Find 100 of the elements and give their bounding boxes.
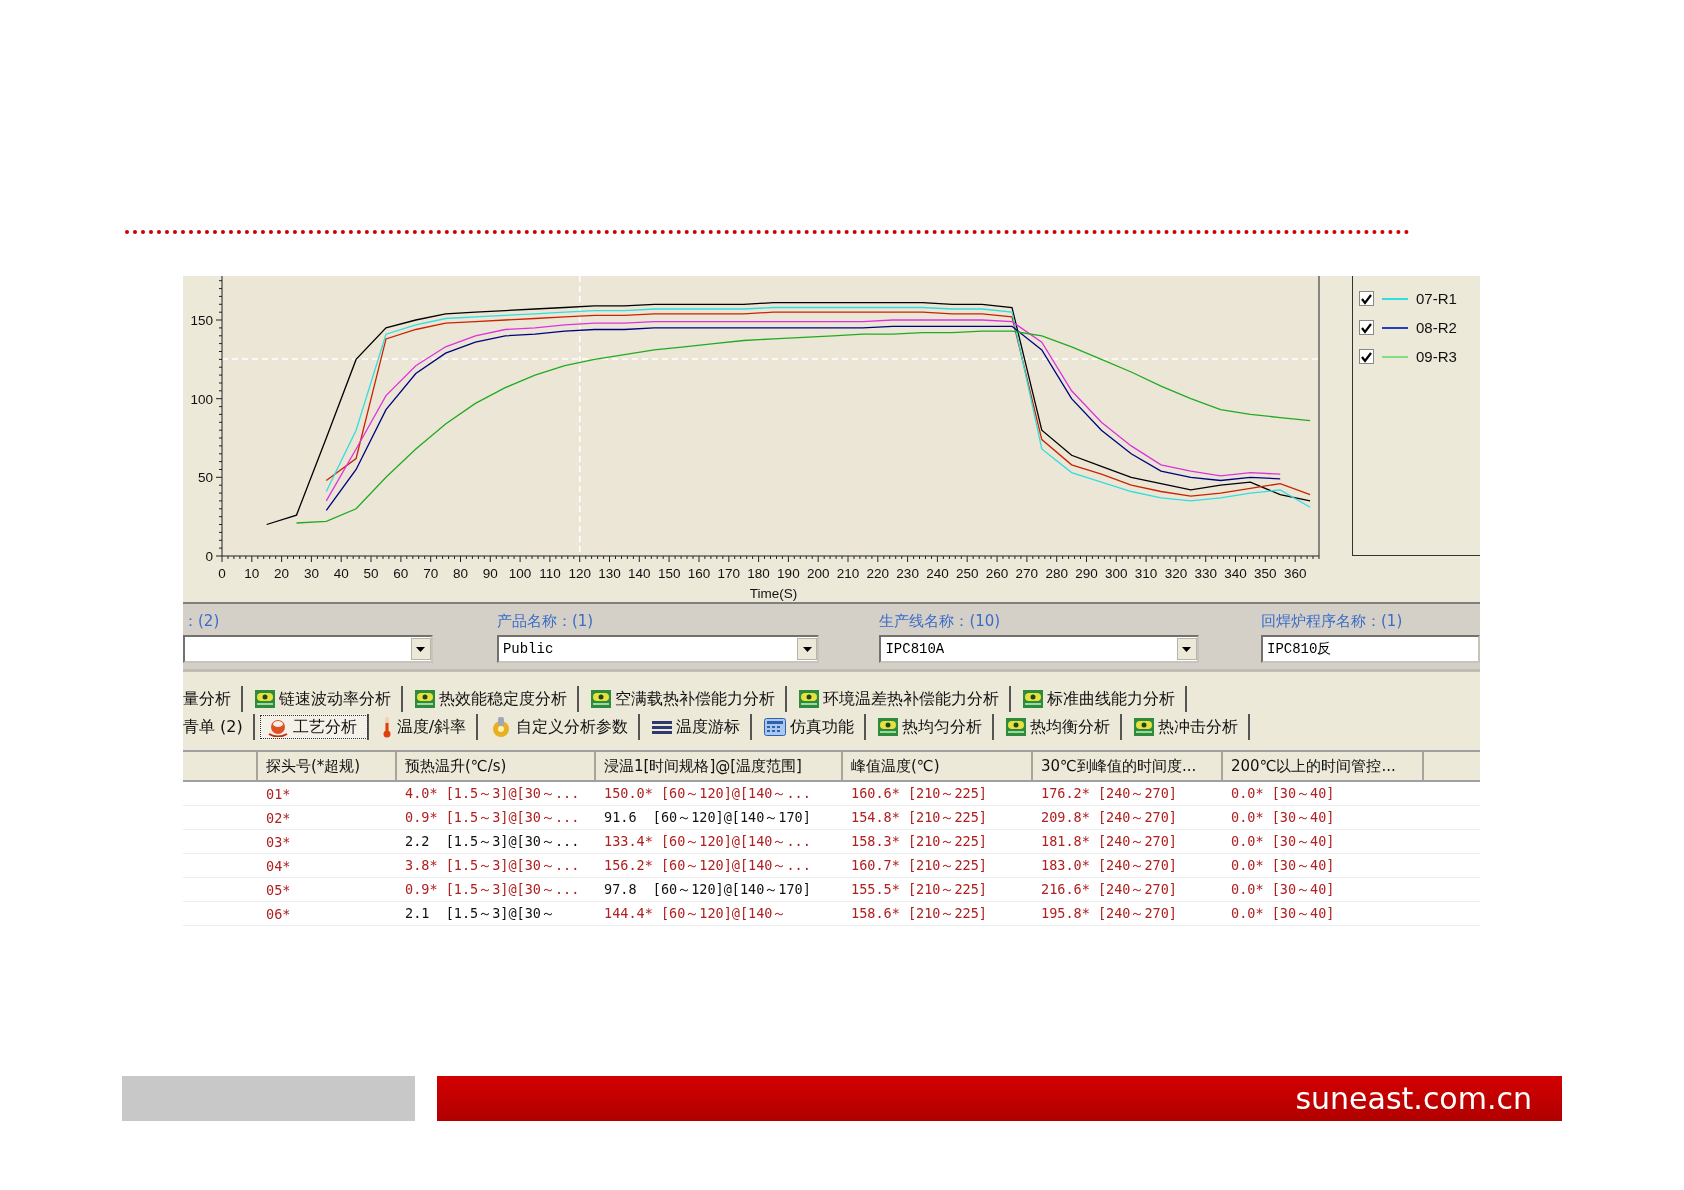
tick-label: 40 [333,566,349,581]
table-cell-text: 01* [265,784,292,804]
table-cell-text: 0.0* [30～40] [1230,831,1336,851]
table-cell-text: 150.0* [60～120]@[140～... [603,783,812,803]
dropdown-field[interactable] [183,635,433,663]
table-cell-text: 133.4* [60～120]@[140～... [603,831,812,851]
tick-label: 60 [393,566,409,581]
tick-label: 0 [218,566,226,581]
field-label: 生产线名称：(10) [879,612,1002,631]
table-cell-text: 181.8* [240～270] [1040,831,1178,851]
column-header[interactable]: 峰值温度(℃) [843,752,1033,780]
table-cell-text: 0.0* [30～40] [1230,807,1336,827]
tick-label: 100 [190,391,213,407]
tab[interactable]: 标准曲线能力分析 [1015,686,1187,712]
table-cell-text: 155.5* [210～225] [850,879,988,899]
tick-label: 330 [1194,566,1217,581]
tab[interactable]: 热效能稳定度分析 [407,686,579,712]
field-label: ：(2) [183,612,221,631]
tab[interactable]: 温度/斜率 [372,714,479,740]
table-cell-text: 160.6* [210～225] [850,783,988,803]
tick-label: 300 [1105,566,1128,581]
table-cell-text: 04* [265,856,292,876]
flask-icon [266,717,289,737]
table-cell-text: 2.2 [1.5～3]@[30～... [404,831,581,851]
dropdown-field[interactable]: IPC810反 [1261,635,1480,663]
plugin-icon [1134,718,1155,736]
table-cell-text: 2.1 [1.5～3]@[30～ [404,903,556,923]
tick-label: 110 [539,566,561,581]
table-cell-text: 3.8* [1.5～3]@[30～... [404,855,581,875]
calculator-icon [764,718,787,736]
list-icon [652,719,673,735]
caret-icon [416,646,426,652]
plugin-icon [1006,718,1027,736]
table-cell-text: 183.0* [240～270] [1040,855,1178,875]
plugin-icon [1023,690,1043,708]
tick-label: 320 [1164,566,1188,581]
column-header[interactable]: 200℃以上的时间管控... [1223,752,1424,780]
table-cell-text: 176.2* [240～270] [1040,783,1178,803]
caret-icon [802,646,812,652]
dropdown-button[interactable] [797,638,818,660]
checkbox[interactable] [1359,320,1374,335]
tab[interactable]: 工艺分析 [258,714,369,740]
column-header[interactable]: 探头号(*超规) [258,752,397,780]
tick-label: 30 [303,566,319,581]
tab[interactable]: 仿真功能 [756,714,867,740]
tab[interactable]: 青单 (2) [183,714,255,740]
checkbox[interactable] [1359,291,1374,306]
tick-label: 50 [197,470,213,486]
tick-label: 90 [482,566,498,581]
table-cell-text: 0.9* [1.5～3]@[30～... [404,807,581,827]
tab[interactable]: 温度游标 [644,714,753,740]
caret-icon [1182,646,1192,652]
tab[interactable]: 自定义分析参数 [482,714,641,740]
dropdown-field[interactable]: Public [496,635,820,663]
legend-label: 09-R3 [1416,348,1457,365]
tab[interactable]: 热冲击分析 [1126,714,1251,740]
tick-label: 240 [926,566,949,581]
tick-label: 200 [806,566,830,581]
tick-label: 340 [1224,566,1247,581]
tab[interactable]: 热均匀分析 [870,714,995,740]
plugin-icon [799,690,819,708]
table-cell-text: 03* [265,832,292,852]
tick-label: 0 [205,549,213,564]
table-cell-text: 97.8 [60～120]@[140～170] [603,879,812,899]
tab[interactable]: 空满载热补偿能力分析 [583,686,787,712]
plugin-icon [255,690,275,708]
plugin-icon [878,718,899,736]
table-cell-text: 144.4* [60～120]@[140～ [603,903,788,923]
table-cell-text: 216.6* [240～270] [1040,879,1178,899]
tab[interactable]: 量分析 [183,686,243,712]
tick-label: 180 [747,566,770,581]
tick-label: 20 [274,566,290,581]
table-cell-text: 0.0* [30～40] [1230,903,1336,923]
dropdown-button[interactable] [1177,638,1197,660]
table-cell-text: 06* [265,904,292,924]
tick-label: 130 [598,566,621,581]
legend-label: 08-R2 [1416,319,1457,336]
tick-label: 80 [452,566,468,581]
tick-label: 360 [1283,566,1307,581]
dropdown-button[interactable] [410,638,431,660]
dropdown-field[interactable]: IPC810A [879,635,1199,663]
tab[interactable]: 热均衡分析 [998,714,1123,740]
tick-label: 210 [836,566,860,581]
table-cell-text: 91.6 [60～120]@[140～170] [603,807,812,827]
tick-label: 250 [956,566,979,581]
tick-label: 120 [568,566,591,581]
checkbox[interactable] [1359,349,1374,364]
column-header[interactable]: 预热温升(℃/s) [397,752,596,780]
tick-label: 230 [896,566,919,581]
table-cell-text: 209.8* [240～270] [1040,807,1178,827]
legend-label: 07-R1 [1416,290,1457,307]
tick-label: 140 [628,566,651,581]
column-header[interactable]: 30℃到峰值的时间度... [1033,752,1223,780]
table-cell-text: 158.6* [210～225] [850,903,988,923]
table-cell-text: 05* [265,880,292,900]
column-header[interactable]: 浸温1[时间规格]@[温度范围] [596,752,843,780]
tab[interactable]: 环境温差热补偿能力分析 [791,686,1011,712]
tick-label: 10 [244,566,260,581]
tab[interactable]: 链速波动率分析 [247,686,403,712]
field-label: 回焊炉程序名称：(1) [1261,612,1404,631]
